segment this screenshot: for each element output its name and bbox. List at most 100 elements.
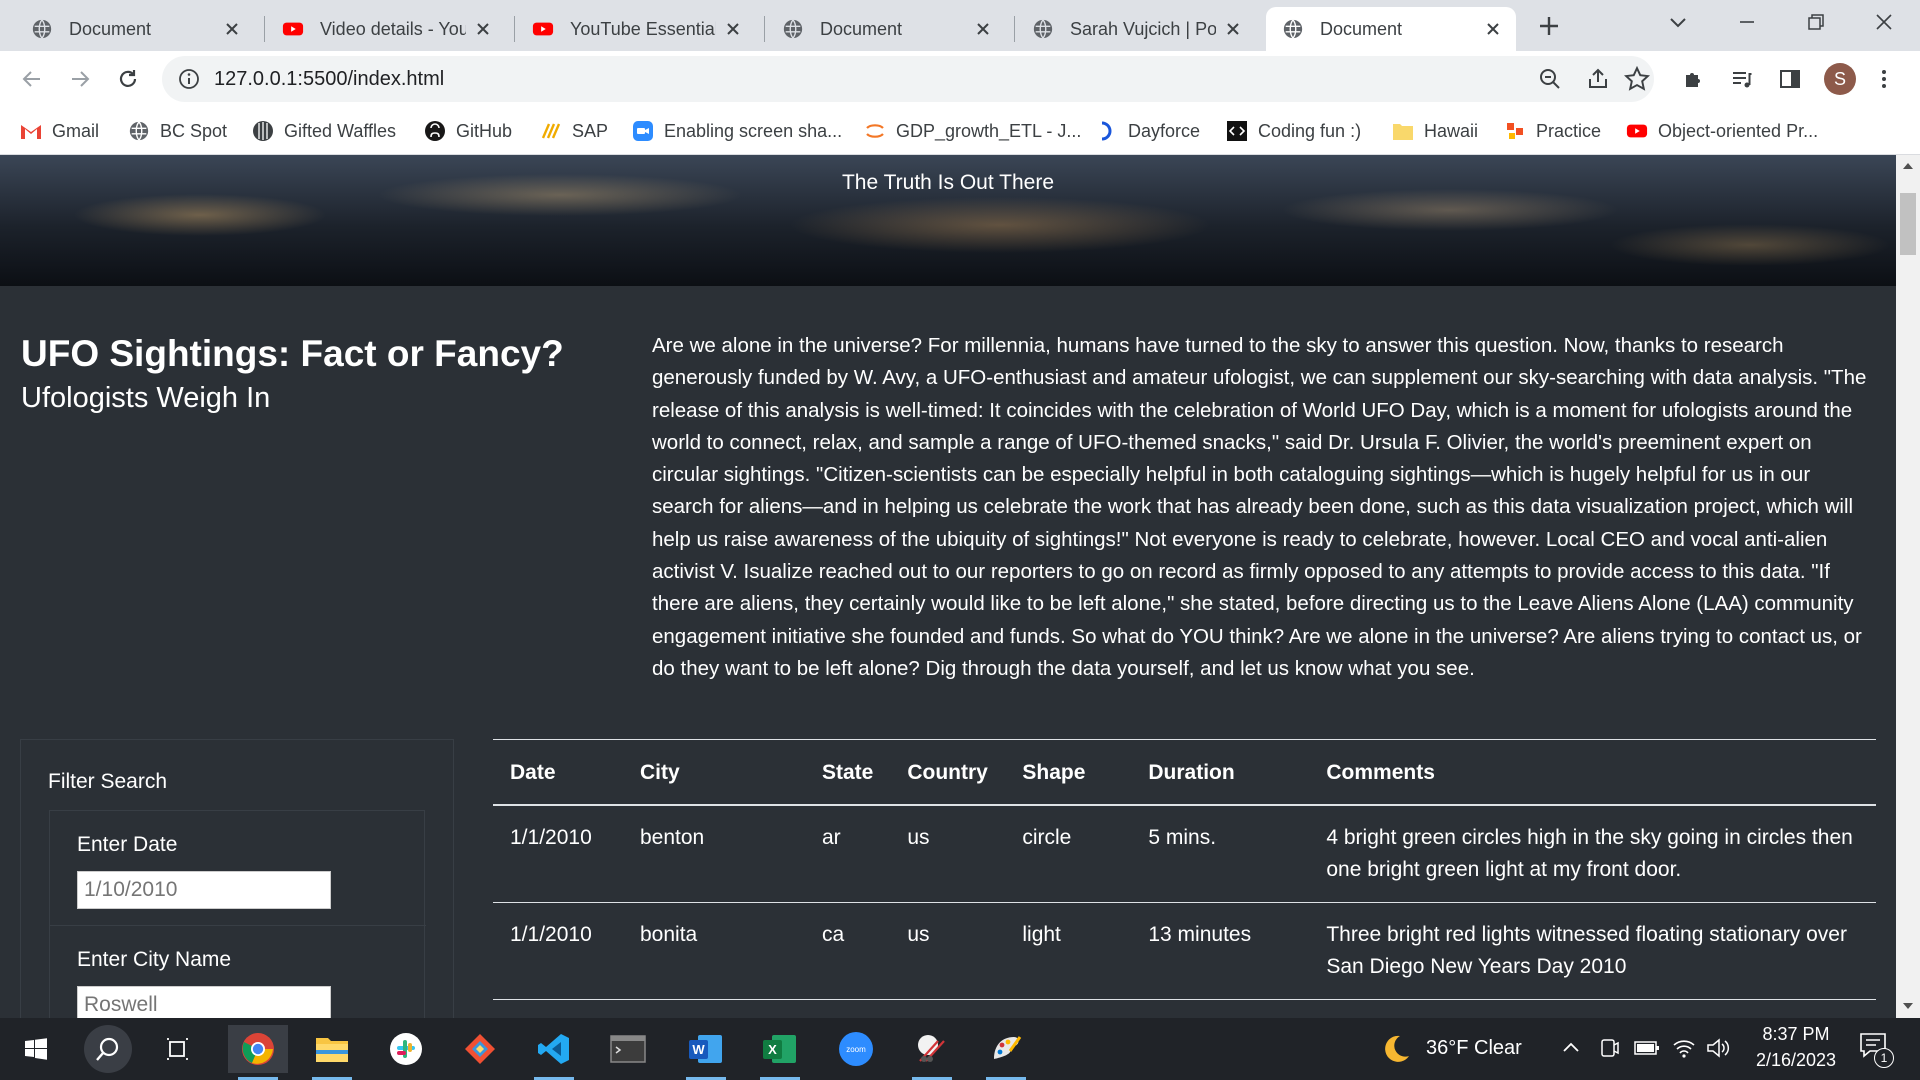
- cell-date: 1/1/2010: [493, 804, 623, 903]
- bookmark-dayforce[interactable]: Dayforce: [1096, 117, 1200, 145]
- bookmark-label: Enabling screen sha...: [664, 120, 843, 141]
- tab-document-active[interactable]: Document: [1266, 7, 1516, 51]
- city-input[interactable]: [77, 986, 331, 1018]
- bookmark-enabling-screen-share[interactable]: Enabling screen sha...: [632, 117, 842, 145]
- chevron-up-icon[interactable]: [1562, 1040, 1580, 1054]
- clock-date[interactable]: 2/16/2023: [1744, 1050, 1848, 1071]
- bookmark-github[interactable]: GitHub: [424, 117, 512, 145]
- bookmark-hawaii[interactable]: Hawaii: [1392, 117, 1478, 145]
- bookmark-bc-spot[interactable]: BC Spot: [128, 117, 227, 145]
- jupyter-icon: [864, 120, 886, 142]
- close-tab-icon[interactable]: [223, 20, 241, 38]
- bookmark-gdp-growth[interactable]: GDP_growth_ETL - J...: [864, 117, 1081, 145]
- table-header-row: Date City State Country Shape Duration C…: [493, 739, 1876, 806]
- filter-list: Enter Date Enter City Name: [49, 810, 426, 1018]
- bookmark-practice[interactable]: Practice: [1504, 117, 1601, 145]
- taskbar-terminal[interactable]: [598, 1025, 658, 1073]
- close-window-button[interactable]: [1868, 6, 1900, 38]
- scroll-down-icon[interactable]: [1902, 1001, 1914, 1011]
- filter-panel: Filter Search Enter Date Enter City Name: [20, 739, 454, 1018]
- notification-badge: 1: [1874, 1048, 1894, 1068]
- taskbar-snipping-tool[interactable]: [902, 1025, 962, 1080]
- tab-document-2[interactable]: Document: [766, 7, 1006, 51]
- taskbar-git[interactable]: [450, 1025, 510, 1073]
- bookmark-gifted-waffles[interactable]: Gifted Waffles: [252, 117, 396, 145]
- volume-icon[interactable]: [1706, 1037, 1730, 1059]
- search-button[interactable]: [78, 1025, 138, 1073]
- new-tab-button[interactable]: [1533, 10, 1565, 42]
- date-input[interactable]: [77, 871, 331, 909]
- star-icon[interactable]: [1624, 66, 1650, 92]
- cell-shape: circle: [1005, 804, 1132, 903]
- playlist-icon: [1733, 72, 1752, 88]
- close-tab-icon[interactable]: [724, 20, 742, 38]
- bookmark-coding-fun[interactable]: Coding fun :): [1226, 117, 1361, 145]
- browser-toolbar: 127.0.0.1:5500/index.html S: [0, 51, 1920, 107]
- date-label: Enter Date: [77, 833, 178, 856]
- taskbar-excel[interactable]: X: [750, 1025, 810, 1080]
- taskbar-zoom[interactable]: zoom: [826, 1025, 886, 1073]
- reload-button[interactable]: [114, 65, 142, 93]
- scrollbar-thumb[interactable]: [1900, 193, 1916, 255]
- menu-button[interactable]: [1870, 65, 1898, 93]
- bookmark-label: Practice: [1536, 120, 1602, 141]
- clock-time[interactable]: 8:37 PM: [1754, 1024, 1838, 1045]
- meet-now-icon[interactable]: [1598, 1037, 1620, 1059]
- profile-avatar[interactable]: S: [1824, 63, 1856, 95]
- side-panel-button[interactable]: [1776, 65, 1804, 93]
- bookmark-gmail[interactable]: Gmail: [20, 117, 99, 145]
- taskbar-paint[interactable]: [976, 1025, 1036, 1080]
- forward-button[interactable]: [66, 65, 94, 93]
- more-vert-icon: [1882, 70, 1886, 88]
- battery-icon[interactable]: [1634, 1039, 1660, 1057]
- folder-icon: [1392, 120, 1414, 142]
- tab-separator: [1014, 16, 1015, 42]
- tab-search-button[interactable]: [1662, 6, 1694, 38]
- header-date: Date: [493, 739, 623, 806]
- close-tab-icon[interactable]: [974, 20, 992, 38]
- bookmark-label: BC Spot: [160, 120, 228, 141]
- tab-document-1[interactable]: Document: [15, 7, 255, 51]
- weather-moon-icon[interactable]: [1378, 1032, 1412, 1066]
- zoom-icon[interactable]: [1538, 67, 1562, 91]
- page-viewport[interactable]: The Truth Is Out There UFO Sightings: Fa…: [0, 155, 1896, 1018]
- taskbar-chrome[interactable]: [228, 1025, 288, 1080]
- notification-center-button[interactable]: 1: [1858, 1030, 1898, 1070]
- tab-video-details[interactable]: Video details - YouTube Studio: [266, 7, 506, 51]
- extensions-button[interactable]: [1680, 65, 1708, 93]
- tab-title: Document: [1320, 18, 1403, 39]
- bookmark-sap[interactable]: SAP: [540, 117, 608, 145]
- taskbar-slack[interactable]: [376, 1025, 436, 1073]
- url-text[interactable]: 127.0.0.1:5500/index.html: [214, 68, 444, 91]
- task-view-button[interactable]: [148, 1025, 208, 1073]
- minimize-button[interactable]: [1731, 6, 1763, 38]
- globe-icon: [783, 19, 803, 39]
- tab-portfolio[interactable]: Sarah Vujcich | Portfolio: [1016, 7, 1256, 51]
- restore-button[interactable]: [1800, 6, 1832, 38]
- tab-youtube-essentials[interactable]: YouTube Essentials: [516, 7, 756, 51]
- share-icon[interactable]: [1586, 67, 1610, 91]
- back-button[interactable]: [18, 65, 46, 93]
- taskbar-file-explorer[interactable]: [302, 1025, 362, 1080]
- wifi-icon[interactable]: [1672, 1037, 1696, 1059]
- taskbar-word[interactable]: W: [676, 1025, 736, 1080]
- taskbar-vscode[interactable]: [524, 1025, 584, 1080]
- bookmark-label: Coding fun :): [1258, 120, 1362, 141]
- info-icon[interactable]: [178, 68, 200, 90]
- close-tab-icon[interactable]: [474, 20, 492, 38]
- address-bar[interactable]: 127.0.0.1:5500/index.html: [162, 56, 1654, 102]
- arrow-left-icon: [22, 71, 40, 87]
- weather-text[interactable]: 36°F Clear: [1426, 1037, 1522, 1060]
- puzzle-icon: [1686, 73, 1700, 87]
- close-tab-icon[interactable]: [1224, 20, 1242, 38]
- github-icon: [424, 120, 446, 142]
- word-icon: W: [689, 1035, 722, 1063]
- media-button[interactable]: [1728, 65, 1756, 93]
- page-scrollbar[interactable]: [1896, 155, 1920, 1018]
- task-view-icon: [167, 1038, 188, 1060]
- scroll-up-icon[interactable]: [1902, 161, 1914, 171]
- close-tab-icon[interactable]: [1484, 20, 1502, 38]
- bookmark-object-oriented[interactable]: Object-oriented Pr...: [1626, 117, 1818, 145]
- header-duration: Duration: [1131, 739, 1310, 806]
- start-button[interactable]: [6, 1025, 66, 1073]
